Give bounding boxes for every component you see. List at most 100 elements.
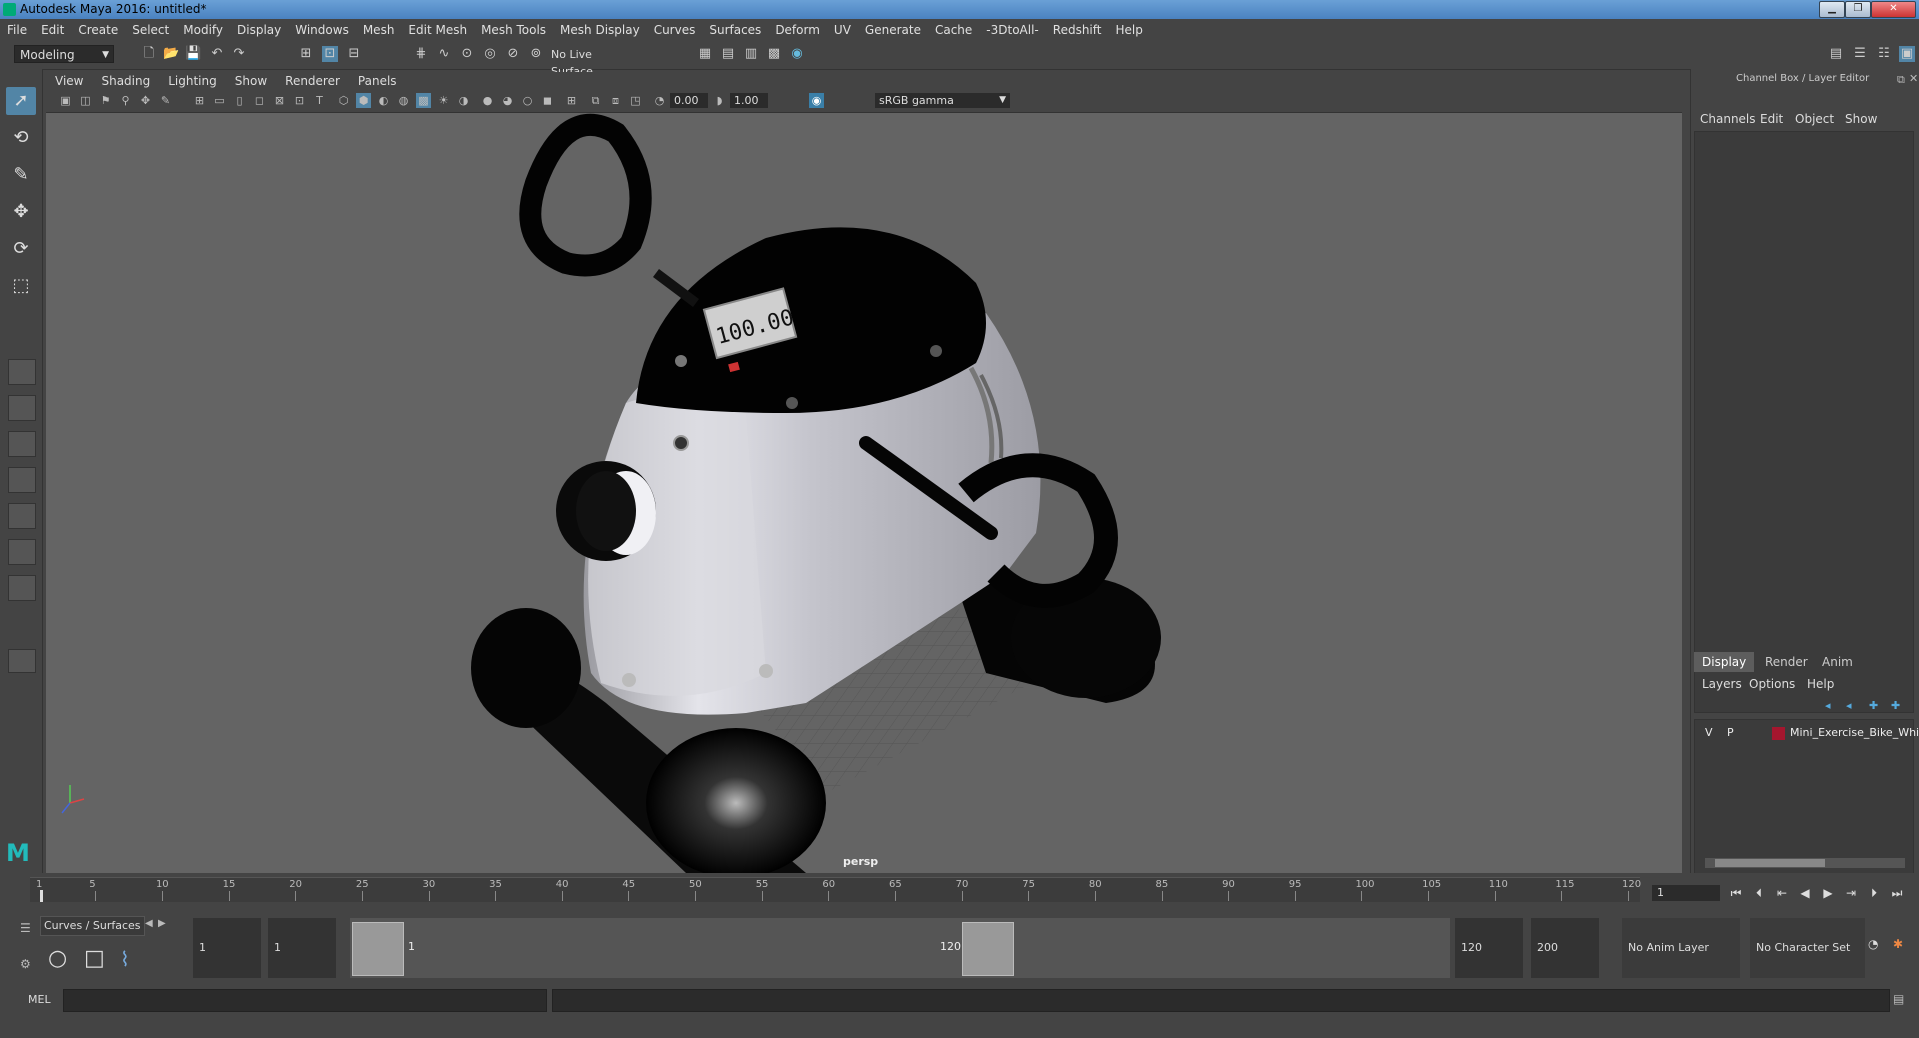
go-to-end-icon[interactable]: ⏭ [1889, 885, 1905, 901]
float-panel-icon[interactable]: ⧉ [1897, 73, 1905, 87]
isolate-select-icon[interactable]: ⊞ [564, 93, 579, 108]
layer-menu-layers[interactable]: Layers [1702, 677, 1742, 691]
snap-surface-icon[interactable]: ⊘ [505, 46, 521, 62]
menu-create[interactable]: Create [71, 19, 125, 41]
select-hierarchy-icon[interactable]: ⊞ [298, 46, 314, 62]
go-to-start-icon[interactable]: ⏮ [1728, 885, 1744, 901]
safe-action-icon[interactable]: ⊡ [292, 93, 307, 108]
panel-menu-view[interactable]: View [46, 72, 92, 90]
custom-layout-icon[interactable] [8, 575, 36, 601]
new-scene-icon[interactable]: 🗋 [141, 46, 157, 62]
move-tool-icon[interactable]: ✥ [6, 198, 36, 226]
anti-aliasing-icon[interactable]: ○ [520, 93, 535, 108]
image-plane-icon[interactable]: ⚲ [118, 93, 133, 108]
depth-of-field-icon[interactable]: ◼ [540, 93, 555, 108]
range-start-handle[interactable] [352, 922, 404, 976]
minimize-button[interactable]: ▁ [1819, 1, 1845, 18]
film-gate-icon[interactable]: ▭ [212, 93, 227, 108]
menu-deform[interactable]: Deform [768, 19, 827, 41]
nurbs-circle-icon[interactable]: ○ [48, 946, 67, 971]
grid-icon[interactable]: ⊞ [192, 93, 207, 108]
channelbox-menu-channels[interactable]: Channels [1700, 112, 1756, 126]
menu-surfaces[interactable]: Surfaces [702, 19, 768, 41]
layer-playback-toggle[interactable]: P [1727, 726, 1734, 739]
perspective-viewport[interactable]: 100.00 persp [46, 113, 1682, 873]
outliner-persp-layout-icon[interactable] [8, 539, 36, 565]
make-live-icon[interactable]: ⊚ [528, 46, 544, 62]
script-editor-icon[interactable]: ▤ [1893, 992, 1904, 1006]
open-scene-icon[interactable]: 📂 [163, 46, 179, 62]
persp-graph-layout-icon[interactable] [8, 467, 36, 493]
persp-outliner-layout-icon[interactable] [8, 431, 36, 457]
panel-menu-renderer[interactable]: Renderer [276, 72, 349, 90]
maximize-button[interactable]: ❐ [1845, 1, 1871, 18]
move-layer-up-icon[interactable]: ◂ [1825, 699, 1831, 712]
channelbox-menu-object[interactable]: Object [1795, 112, 1834, 126]
menu-3dtoall[interactable]: -3DtoAll- [979, 19, 1045, 41]
rotate-tool-icon[interactable]: ⟳ [6, 235, 36, 263]
select-component-icon[interactable]: ⊟ [346, 46, 362, 62]
new-layer-selected-icon[interactable]: ✚ [1891, 699, 1900, 712]
modeling-toolkit-icon[interactable]: ▤ [1828, 46, 1844, 62]
step-forward-key-icon[interactable]: ⇥ [1843, 885, 1859, 901]
use-all-lights-icon[interactable]: ☀ [436, 93, 451, 108]
select-tool-icon[interactable]: ➚ [6, 87, 36, 115]
menu-generate[interactable]: Generate [858, 19, 928, 41]
exposure-icon[interactable]: ◔ [652, 93, 667, 108]
script-type-label[interactable]: MEL [28, 993, 51, 1006]
mode-select[interactable]: Modeling ▼ [14, 45, 114, 63]
menu-display[interactable]: Display [230, 19, 288, 41]
range-end-handle[interactable] [962, 922, 1014, 976]
nurbs-square-icon[interactable]: □ [84, 946, 105, 971]
panel-menu-show[interactable]: Show [226, 72, 276, 90]
anim-layer-select[interactable]: No Anim Layer [1622, 918, 1740, 978]
shelf-settings-icon[interactable]: ⚙ [20, 957, 31, 971]
menu-windows[interactable]: Windows [288, 19, 356, 41]
menu-help[interactable]: Help [1108, 19, 1149, 41]
motion-blur-icon[interactable]: ◕ [500, 93, 515, 108]
character-set-select[interactable]: No Character Set [1750, 918, 1865, 978]
tool-settings-icon[interactable]: ☷ [1876, 46, 1892, 62]
channel-list[interactable] [1694, 131, 1914, 713]
layer-scrollbar[interactable] [1705, 858, 1905, 868]
channel-box-icon[interactable]: ▣ [1899, 46, 1915, 62]
layer-tab-display[interactable]: Display [1694, 652, 1755, 672]
color-management-icon[interactable]: ◉ [809, 93, 824, 108]
select-object-icon[interactable]: ⊡ [322, 46, 338, 62]
layer-menu-options[interactable]: Options [1749, 677, 1795, 691]
wireframe-on-shaded-icon[interactable]: ◍ [396, 93, 411, 108]
time-ruler[interactable]: 1 5 10 15 20 25 30 35 40 45 50 55 60 65 70 75 80 85 90 95 10… [30, 877, 1641, 902]
panel-menu-shading[interactable]: Shading [92, 72, 159, 90]
current-time-indicator[interactable] [40, 890, 43, 902]
preferences-icon[interactable]: ✱ [1893, 937, 1903, 951]
camera-attributes-icon[interactable]: ◫ [78, 93, 93, 108]
cv-curve-tool-icon[interactable]: ⌇ [120, 947, 130, 971]
command-input[interactable] [63, 989, 547, 1012]
snap-grid-icon[interactable]: ⋕ [413, 46, 429, 62]
safe-title-icon[interactable]: T [312, 93, 327, 108]
step-back-key-icon[interactable]: ⇤ [1774, 885, 1790, 901]
xray-joints-icon[interactable]: ⧈ [608, 93, 623, 108]
shelf-prev-icon[interactable]: ◀ [145, 918, 153, 929]
playback-end-field[interactable]: 120 [1455, 918, 1523, 978]
view-transform-select[interactable]: sRGB gamma ▼ [875, 93, 1010, 108]
step-back-frame-icon[interactable]: ⏴ [1751, 885, 1767, 901]
resolution-gate-icon[interactable]: ▯ [232, 93, 247, 108]
animation-end-field[interactable]: 200 [1531, 918, 1599, 978]
current-frame-field[interactable]: 1 [1652, 885, 1720, 901]
menu-file[interactable]: File [0, 19, 34, 41]
channelbox-menu-edit[interactable]: Edit [1760, 112, 1783, 126]
menu-mesh-tools[interactable]: Mesh Tools [474, 19, 553, 41]
paint-select-tool-icon[interactable]: ✎ [6, 161, 36, 189]
shadows-icon[interactable]: ◑ [456, 93, 471, 108]
redo-icon[interactable]: ↷ [231, 46, 247, 62]
render-frame-icon[interactable]: ▤ [720, 46, 736, 62]
gamma-field[interactable]: 1.00 [730, 93, 768, 108]
smooth-shade-icon[interactable]: ⬢ [356, 93, 371, 108]
select-camera-icon[interactable]: ▣ [58, 93, 73, 108]
layer-visibility-toggle[interactable]: V [1705, 726, 1713, 739]
menu-edit[interactable]: Edit [34, 19, 71, 41]
panel-menu-panels[interactable]: Panels [349, 72, 406, 90]
layer-tab-anim[interactable]: Anim [1814, 652, 1861, 672]
gate-mask-icon[interactable]: ◻ [252, 93, 267, 108]
